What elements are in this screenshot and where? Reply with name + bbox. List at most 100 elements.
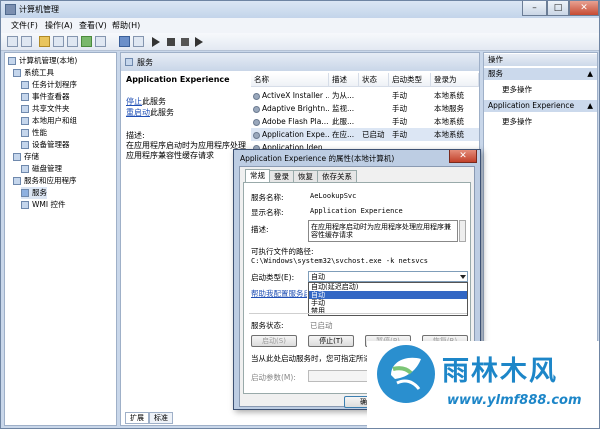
disk-icon: [21, 165, 29, 173]
toolbar: [1, 33, 599, 51]
tree-item-device-manager[interactable]: 设备管理器: [21, 139, 70, 151]
tree-item-disk-management[interactable]: 磁盘管理: [21, 163, 62, 175]
export-list-icon[interactable]: [95, 36, 106, 47]
refresh-icon[interactable]: [81, 36, 92, 47]
more-actions-1[interactable]: 更多操作: [502, 84, 532, 95]
gear-icon: [125, 58, 133, 66]
description-text: 在应用程序启动时为应用程序处理应用程序兼容性缓存请求: [126, 141, 246, 160]
tree-item-performance[interactable]: 性能: [21, 127, 47, 139]
option-auto-delayed[interactable]: 自动(延迟启动): [309, 283, 467, 291]
pause-service-icon[interactable]: [181, 38, 189, 46]
column-logon-as[interactable]: 登录为: [431, 73, 479, 87]
menu-bar: 文件(F) 操作(A) 查看(V) 帮助(H): [1, 18, 599, 33]
option-manual[interactable]: 手动: [309, 299, 467, 307]
dialog-title: Application Experience 的属性(本地计算机): [240, 154, 395, 163]
tree-item-shared-folders[interactable]: 共享文件夹: [21, 103, 70, 115]
tab-dependencies[interactable]: 依存关系: [317, 170, 357, 182]
leaf-icon: [391, 357, 421, 390]
tab-standard[interactable]: 标准: [149, 412, 173, 424]
title-bar: 计算机管理 – □ ✕: [1, 1, 599, 18]
column-startup-type[interactable]: 启动类型: [389, 73, 431, 87]
watermark: 雨林木风 www.ylmf888.com: [367, 341, 599, 428]
start-service-icon[interactable]: [152, 37, 160, 47]
tree-item-local-users[interactable]: 本地用户和组: [21, 115, 77, 127]
chevron-down-icon: [460, 275, 466, 279]
column-status[interactable]: 状态: [359, 73, 389, 87]
tree-item-event-viewer[interactable]: 事件查看器: [21, 91, 70, 103]
tree-item-task-scheduler[interactable]: 任务计划程序: [21, 79, 77, 91]
device-icon: [21, 141, 29, 149]
tab-extended[interactable]: 扩展: [125, 412, 149, 424]
window-title: 计算机管理: [19, 5, 59, 14]
table-row[interactable]: Adobe Flash Pla... 此服... 手动 本地系统: [251, 115, 479, 128]
menu-help[interactable]: 帮助(H): [112, 20, 140, 31]
menu-action[interactable]: 操作(A): [45, 20, 73, 31]
show-hide-tree-icon[interactable]: [53, 36, 64, 47]
service-name-value: AeLookupSvc: [310, 192, 357, 200]
tree-item-wmi[interactable]: WMI 控件: [21, 199, 65, 211]
more-actions-2[interactable]: 更多操作: [502, 116, 532, 127]
services-apps-icon: [13, 177, 21, 185]
column-description[interactable]: 描述: [329, 73, 359, 87]
stop-service-link[interactable]: 停止: [126, 97, 142, 106]
help-icon[interactable]: [119, 36, 130, 47]
tab-logon[interactable]: 登录: [269, 170, 294, 182]
gear-icon: [253, 105, 260, 113]
actions-header: 操作: [484, 54, 597, 66]
description-label: 描述:: [126, 131, 145, 140]
pane-title: 服务: [137, 58, 153, 67]
menu-file[interactable]: 文件(F): [11, 20, 38, 31]
restart-service-icon[interactable]: [195, 37, 203, 47]
performance-icon: [21, 129, 29, 137]
minimize-button[interactable]: –: [522, 1, 547, 16]
up-folder-icon[interactable]: [39, 36, 50, 47]
tree-item-services[interactable]: 服务: [21, 187, 47, 199]
tab-general[interactable]: 常规: [245, 169, 270, 183]
gear-icon: [253, 131, 260, 139]
table-row[interactable]: ActiveX Installer ... 为从... 手动 本地系统: [251, 89, 479, 102]
computer-management-icon: [5, 4, 16, 15]
column-name[interactable]: 名称: [251, 73, 329, 87]
menu-view[interactable]: 查看(V): [79, 20, 107, 31]
collapse-arrow-icon: ▲: [587, 101, 593, 110]
stop-service-icon[interactable]: [167, 38, 175, 46]
gear-icon: [21, 189, 29, 197]
option-auto[interactable]: 自动: [309, 291, 467, 299]
back-icon[interactable]: [7, 36, 18, 47]
start-button[interactable]: 启动(S): [251, 335, 297, 347]
description-scrollbar[interactable]: [459, 220, 466, 242]
forward-icon[interactable]: [21, 36, 32, 47]
tree-item-storage[interactable]: 存储: [13, 151, 39, 163]
actions-section-services[interactable]: 服务 ▲: [484, 68, 597, 80]
tree-item-root[interactable]: 计算机管理(本地): [8, 55, 77, 67]
actions-section-service[interactable]: Application Experience ▲: [484, 100, 597, 112]
table-row-selected[interactable]: Application Expe... 在应... 已启动 手动 本地系统: [251, 128, 479, 141]
view-icon[interactable]: [133, 36, 144, 47]
maximize-button[interactable]: □: [547, 1, 569, 16]
tree-item-services-apps[interactable]: 服务和应用程序: [13, 175, 77, 187]
watermark-url: www.ylmf888.com: [447, 393, 582, 408]
navigation-tree: 计算机管理(本地) 系统工具 任务计划程序 事件查看器 共享文件夹 本地用户和组…: [4, 52, 117, 426]
service-status-value: 已启动: [310, 321, 333, 330]
stop-button[interactable]: 停止(T): [308, 335, 354, 347]
tree-item-system-tools[interactable]: 系统工具: [13, 67, 54, 79]
computer-management-window: 计算机管理 – □ ✕ 文件(F) 操作(A) 查看(V) 帮助(H) 计算机管…: [0, 0, 600, 429]
ylmf-logo: [377, 345, 435, 403]
dialog-close-button[interactable]: ✕: [449, 150, 477, 163]
storage-icon: [13, 153, 21, 161]
stop-suffix: 此服务: [142, 97, 166, 106]
services-pane-header: 服务: [121, 53, 479, 71]
service-detail-title: Application Experience: [126, 75, 230, 84]
users-icon: [21, 117, 29, 125]
help-configure-link[interactable]: 帮助我配置服务启动: [251, 288, 307, 299]
properties-icon[interactable]: [67, 36, 78, 47]
description-textbox[interactable]: 在应用程序启动时为应用程序处理应用程序兼容性缓存请求: [308, 220, 458, 242]
table-row[interactable]: Adaptive Brightn... 监视... 手动 本地服务: [251, 102, 479, 115]
startup-type-select[interactable]: 自动: [308, 271, 468, 282]
close-button[interactable]: ✕: [569, 1, 599, 16]
restart-service-link[interactable]: 重启动: [126, 108, 150, 117]
tools-icon: [13, 69, 21, 77]
watermark-brand: 雨林木风: [442, 356, 558, 387]
gear-icon: [253, 118, 260, 126]
tab-recovery[interactable]: 恢复: [293, 170, 318, 182]
